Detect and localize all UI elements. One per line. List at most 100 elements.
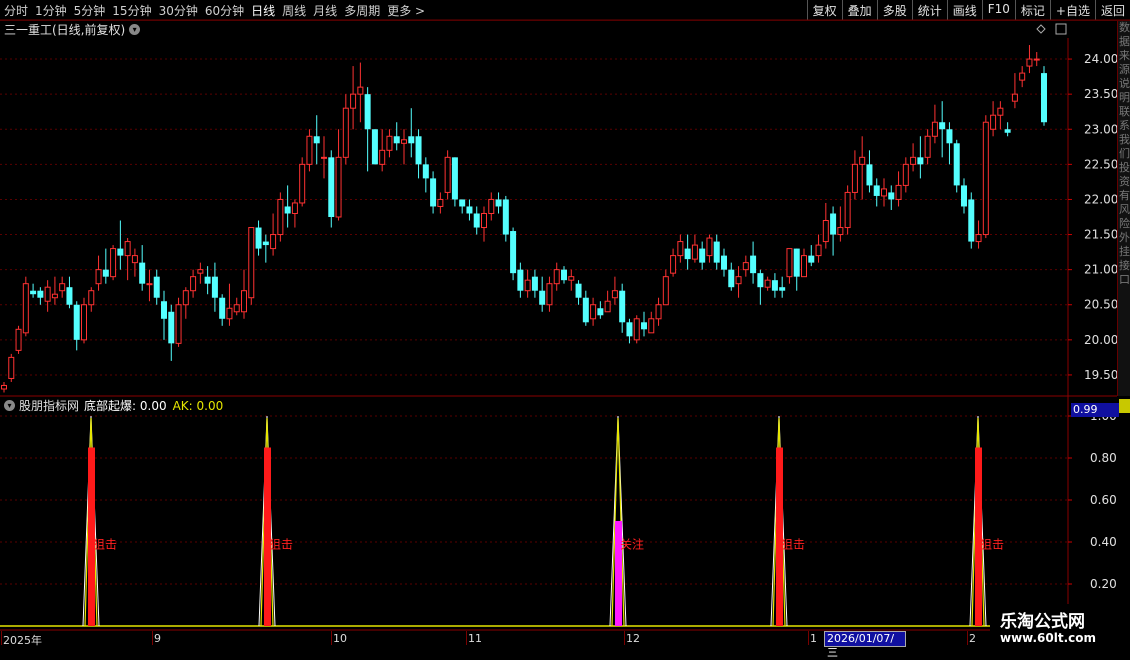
candle-body-up (1011, 93, 1018, 102)
candle-body-up (182, 290, 189, 306)
candle-body-up (291, 202, 298, 214)
candle-body-down (451, 157, 458, 200)
candle-body-down (459, 199, 466, 207)
candle-body-down (66, 287, 73, 305)
candle-body-down (37, 290, 44, 298)
right-strip-char: 投 (1119, 161, 1130, 174)
right-strip-char: 外 (1119, 231, 1130, 244)
candle-body-up (924, 135, 931, 158)
candle-body-up (59, 283, 66, 292)
candle-body-down (430, 178, 437, 207)
candle-body-up (146, 283, 153, 286)
candle-body-up (241, 290, 247, 313)
candle-body-down (721, 255, 727, 270)
price-tick-label: 22.50 (1084, 157, 1118, 171)
candle-body-up (321, 156, 327, 159)
candle-body-down (917, 157, 924, 165)
date-tick-mark (808, 631, 809, 645)
candle-body-down (262, 241, 269, 246)
date-tick-label: 9 (154, 632, 161, 645)
candle-body-down (626, 322, 633, 337)
candle-body-up (662, 276, 669, 306)
candle-body-up (175, 304, 182, 344)
indicator-line2-label: AK: 0.00 (172, 398, 224, 413)
right-strip-char: 我 (1119, 133, 1130, 146)
date-tick-label: 10 (333, 632, 347, 645)
candle-body-up (444, 156, 451, 193)
candle-body-up (357, 86, 364, 95)
candle-body-up (815, 244, 822, 257)
candle-body-up (481, 212, 487, 229)
candle-body-up (677, 241, 684, 257)
candle-body-down (641, 322, 647, 330)
candle-body-down (495, 199, 502, 207)
candle-body-down (728, 269, 735, 288)
candle-body-up (1019, 72, 1026, 81)
candle-body-up (553, 269, 560, 285)
candle-body-up (131, 255, 138, 264)
candle-body-down (597, 308, 604, 316)
right-strip-char: 资 (1119, 175, 1130, 188)
right-info-strip[interactable]: 数据来源说明联系我们投资有风险外挂接口 (1117, 21, 1130, 396)
indicator-signal-label: 狙击 (781, 537, 805, 551)
candle-body-up (226, 307, 233, 320)
candle-body-up (895, 184, 902, 200)
indicator-side-tab[interactable] (1119, 399, 1130, 413)
candle-body-up (88, 290, 95, 306)
date-tick-label: 2025年 (3, 634, 42, 647)
candle-body-up (670, 255, 677, 274)
candle-body-down (408, 136, 415, 144)
date-tick-mark (331, 631, 332, 645)
candle-body-up (844, 191, 851, 229)
candle-body-down (517, 269, 524, 291)
candle-body-up (379, 149, 386, 165)
candle-body-down (211, 276, 218, 298)
candle-body-down (313, 136, 320, 144)
indicator-signal-label: 关注 (620, 536, 644, 551)
candle-body-up (22, 283, 29, 334)
price-tick-label: 21.50 (1084, 228, 1118, 242)
candle-body-down (168, 311, 175, 344)
candle-body-up (190, 276, 197, 292)
price-tick-label: 20.50 (1084, 298, 1118, 312)
right-strip-char: 源 (1119, 63, 1130, 76)
candle-body-up (568, 276, 575, 281)
date-tick-label: 12 (626, 632, 640, 645)
date-tick-label: 2 (969, 632, 976, 645)
price-tick-label: 19.50 (1084, 368, 1118, 382)
candle-body-up (837, 227, 844, 236)
watermark-url: www.60lt.com (1000, 631, 1097, 645)
right-strip-char: 险 (1119, 217, 1130, 230)
candle-body-down (582, 297, 589, 323)
indicator-tick-label: 0.40 (1090, 535, 1117, 549)
candle-body-down (939, 122, 946, 130)
candle-body-up (822, 220, 829, 243)
price-tick-label: 23.00 (1084, 122, 1118, 136)
date-tick-mark (967, 631, 968, 645)
candle-body-down (1004, 129, 1011, 133)
right-strip-char: 挂 (1119, 245, 1130, 258)
chevron-down-circle-icon[interactable]: ▾ (4, 400, 15, 411)
candle-body-down (30, 290, 37, 295)
candle-body-up (350, 93, 357, 109)
candle-body-up (801, 255, 807, 278)
candle-body-down (961, 185, 967, 207)
candle-body-down (946, 129, 953, 144)
candle-body-down (779, 287, 786, 291)
price-tick-label: 20.00 (1084, 333, 1118, 347)
candle-body-down (219, 297, 226, 319)
candle-body-up (859, 156, 866, 165)
candle-body-down (575, 283, 582, 298)
candle-body-up (81, 304, 87, 341)
candle-body-up (95, 269, 102, 285)
candle-body-up (611, 290, 618, 299)
candle-body-down (510, 231, 517, 274)
candle-body-up (648, 318, 655, 334)
candle-body-up (197, 269, 204, 274)
candle-body-up (691, 244, 698, 260)
candle-body-down (830, 213, 837, 235)
candle-body-up (342, 107, 349, 158)
candle-body-up (248, 227, 255, 299)
candle-body-up (910, 156, 917, 165)
candle-body-down (619, 290, 626, 323)
